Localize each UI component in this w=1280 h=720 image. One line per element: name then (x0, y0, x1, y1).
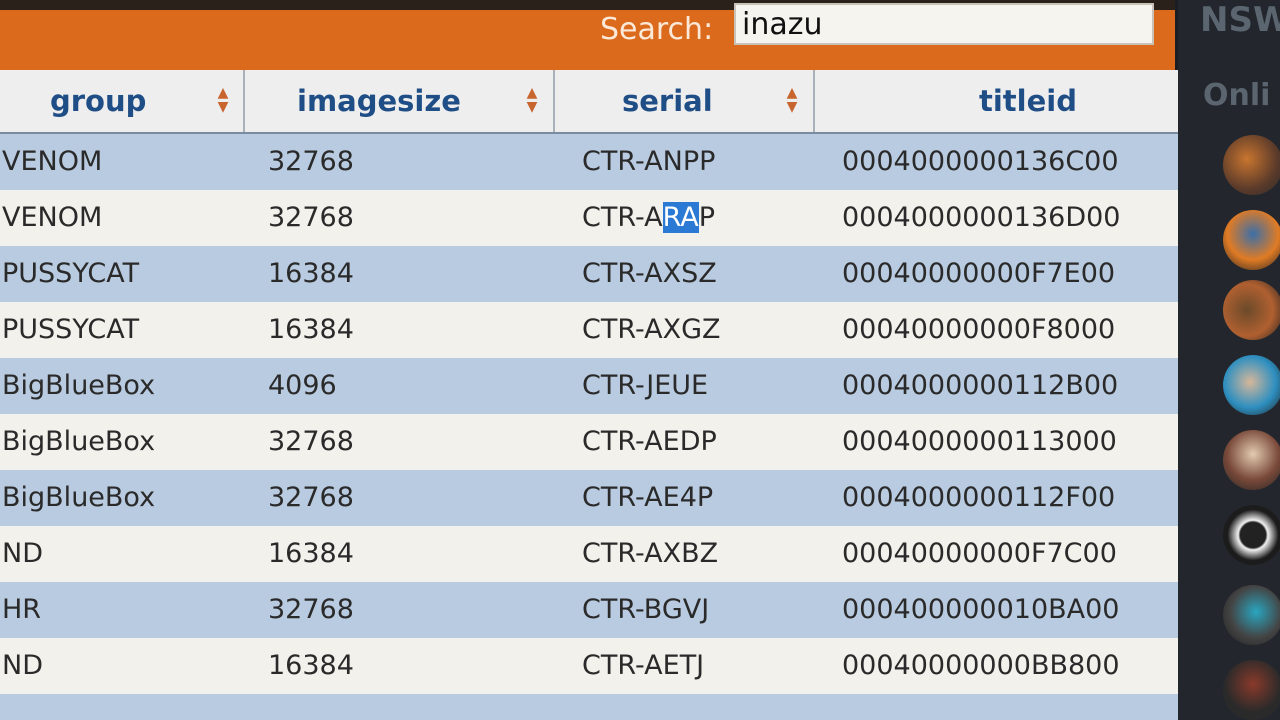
user-avatar[interactable] (1223, 210, 1280, 270)
sort-icon[interactable]: ▲ ▼ (523, 86, 541, 116)
cell-serial: CTR-AXBZ (582, 538, 719, 569)
cell-titleid: 00040000000BB800 (842, 650, 1120, 681)
column-header-label: titleid (979, 84, 1077, 118)
column-header-imagesize[interactable]: imagesize ▲ ▼ (245, 70, 555, 132)
cell-titleid: 00040000000F7C00 (842, 538, 1117, 569)
user-avatar[interactable] (1223, 505, 1280, 565)
serial-prefix: CTR-A (582, 202, 663, 233)
cell-serial: CTR-BGVJ (582, 594, 710, 625)
column-header-label: group (50, 84, 147, 118)
search-label: Search: (600, 12, 714, 47)
column-header-group[interactable]: group ▲ ▼ (0, 70, 245, 132)
cell-imagesize: 32768 (268, 146, 354, 177)
cell-group: BigBlueBox (2, 426, 156, 457)
table-row[interactable]: VENOM 32768 CTR-ARAP 0004000000136D00 (0, 190, 1178, 246)
cell-serial: CTR-AXGZ (582, 314, 721, 345)
column-header-label: imagesize (297, 84, 461, 118)
cell-group: ND (2, 650, 43, 681)
user-avatar[interactable] (1223, 135, 1280, 195)
column-header-serial[interactable]: serial ▲ ▼ (555, 70, 815, 132)
cell-group: ND (2, 538, 43, 569)
user-avatar[interactable] (1223, 660, 1280, 720)
user-avatar[interactable] (1223, 355, 1280, 415)
cell-serial: CTR-AE4P (582, 482, 714, 513)
cell-titleid: 0004000000113000 (842, 426, 1117, 457)
user-avatar[interactable] (1223, 280, 1280, 340)
cell-serial: CTR-ARAP (582, 202, 715, 234)
cell-imagesize: 16384 (268, 258, 354, 289)
top-bar: Search: (0, 0, 1175, 70)
table-header: group ▲ ▼ imagesize ▲ ▼ serial ▲ ▼ titleid (0, 70, 1178, 134)
side-panel: NSW Onli (1178, 0, 1280, 720)
column-header-titleid[interactable]: titleid (815, 70, 1178, 132)
table-row[interactable]: BigBlueBox 4096 CTR-JEUE 0004000000112B0… (0, 358, 1178, 414)
cell-group: PUSSYCAT (2, 258, 140, 289)
table-row-partial[interactable] (0, 694, 1178, 720)
cell-group: VENOM (2, 146, 103, 177)
serial-suffix: P (698, 202, 716, 233)
table-row[interactable]: PUSSYCAT 16384 CTR-AXGZ 00040000000F8000 (0, 302, 1178, 358)
table-row[interactable]: BigBlueBox 32768 CTR-AE4P 0004000000112F… (0, 470, 1178, 526)
sort-icon[interactable]: ▲ ▼ (783, 86, 801, 116)
cell-serial: CTR-AXSZ (582, 258, 717, 289)
cell-group: BigBlueBox (2, 370, 156, 401)
cell-serial: CTR-AETJ (582, 650, 705, 681)
sort-icon[interactable]: ▲ ▼ (214, 86, 232, 116)
cell-imagesize: 32768 (268, 426, 354, 457)
cell-group: HR (2, 594, 42, 625)
cell-imagesize: 4096 (268, 370, 337, 401)
cell-group: VENOM (2, 202, 103, 233)
table-row[interactable]: HR 32768 CTR-BGVJ 000400000010BA00 (0, 582, 1178, 638)
cell-titleid: 00040000000F8000 (842, 314, 1116, 345)
cell-imagesize: 16384 (268, 314, 354, 345)
search-input[interactable] (734, 3, 1154, 45)
table-row[interactable]: ND 16384 CTR-AETJ 00040000000BB800 (0, 638, 1178, 694)
cell-titleid: 0004000000136D00 (842, 202, 1121, 233)
cell-titleid: 000400000010BA00 (842, 594, 1120, 625)
cell-titleid: 0004000000112B00 (842, 370, 1119, 401)
cell-serial: CTR-JEUE (582, 370, 709, 401)
cell-titleid: 0004000000136C00 (842, 146, 1119, 177)
cell-imagesize: 32768 (268, 482, 354, 513)
table-row[interactable]: VENOM 32768 CTR-ANPP 0004000000136C00 (0, 134, 1178, 190)
user-avatar[interactable] (1223, 585, 1280, 645)
titles-table: group ▲ ▼ imagesize ▲ ▼ serial ▲ ▼ titleid … (0, 70, 1178, 720)
cell-imagesize: 32768 (268, 202, 354, 233)
cell-group: PUSSYCAT (2, 314, 140, 345)
table-row[interactable]: ND 16384 CTR-AXBZ 00040000000F7C00 (0, 526, 1178, 582)
selected-text: RA (662, 202, 699, 233)
user-avatar[interactable] (1223, 430, 1280, 490)
cell-imagesize: 16384 (268, 650, 354, 681)
cell-imagesize: 16384 (268, 538, 354, 569)
cell-group: BigBlueBox (2, 482, 156, 513)
side-panel-title: NSW (1200, 0, 1280, 40)
column-header-label: serial (622, 84, 713, 118)
cell-imagesize: 32768 (268, 594, 354, 625)
table-row[interactable]: PUSSYCAT 16384 CTR-AXSZ 00040000000F7E00 (0, 246, 1178, 302)
cell-serial: CTR-ANPP (582, 146, 716, 177)
cell-titleid: 0004000000112F00 (842, 482, 1116, 513)
side-panel-subtitle: Onli (1203, 78, 1271, 113)
cell-titleid: 00040000000F7E00 (842, 258, 1116, 289)
table-row[interactable]: BigBlueBox 32768 CTR-AEDP 00040000001130… (0, 414, 1178, 470)
cell-serial: CTR-AEDP (582, 426, 717, 457)
